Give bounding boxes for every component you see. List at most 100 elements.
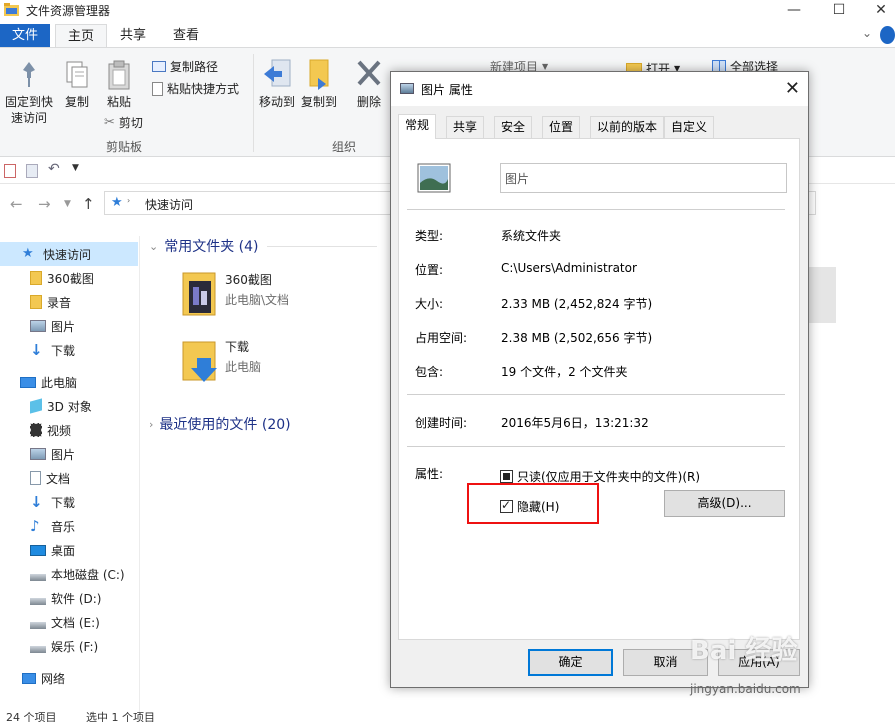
ribbon-collapse-icon[interactable]: ⌄: [862, 26, 872, 40]
copy-path-button[interactable]: 复制路径: [152, 58, 218, 75]
new-folder-icon[interactable]: [26, 164, 38, 178]
tab-location[interactable]: 位置: [542, 116, 581, 138]
contains-label: 包含:: [415, 365, 444, 379]
sidebar-item-drive-e[interactable]: 文档 (E:): [0, 610, 138, 634]
up-arrow-icon[interactable]: ↑: [82, 195, 95, 213]
frequent-folders-header[interactable]: ⌄ 常用文件夹 (4): [149, 236, 377, 256]
sidebar-item-recordings[interactable]: 录音: [0, 290, 138, 314]
sidebar-item-pictures[interactable]: 图片: [0, 314, 138, 338]
sidebar-item-music[interactable]: ♪ 音乐: [0, 514, 138, 538]
paste-shortcut-button[interactable]: 粘贴快捷方式: [152, 80, 239, 97]
sidebar-item-downloads[interactable]: ↓ 下载: [0, 338, 138, 362]
breadcrumb[interactable]: 快速访问: [145, 196, 193, 213]
desktop-icon: [30, 544, 46, 556]
paste-button[interactable]: 粘贴: [102, 60, 136, 110]
close-window-button[interactable]: ✕: [860, 0, 895, 20]
watermark: Bai 经验 jingyan.baidu.com: [690, 630, 860, 710]
ok-button[interactable]: 确定: [528, 649, 613, 676]
tab-share[interactable]: 共享: [108, 24, 158, 48]
tab-general[interactable]: 常规: [398, 114, 437, 139]
sidebar-item-label: 此电脑: [41, 375, 78, 390]
organize-group-label: 组织: [332, 140, 357, 154]
pin-to-quick-access-button[interactable]: 固定到快 速访问: [4, 60, 54, 126]
watermark-brand: Bai 经验: [690, 636, 798, 666]
sidebar-item-drive-f[interactable]: 娱乐 (F:): [0, 634, 138, 658]
pictures-folder-icon: [417, 163, 451, 193]
tab-view[interactable]: 查看: [161, 24, 211, 48]
computer-icon: [20, 376, 36, 388]
folder-tile[interactable]: 360截图 此电脑\文档: [181, 269, 289, 317]
customize-toolbar-icon[interactable]: ▼: [72, 163, 79, 173]
location-label: 位置:: [415, 263, 444, 277]
sidebar-item-3d-objects[interactable]: 3D 对象: [0, 394, 138, 418]
sidebar-item-label: 360截图: [47, 271, 94, 286]
tab-customize[interactable]: 自定义: [664, 116, 715, 138]
advanced-button[interactable]: 高级(D)...: [664, 490, 785, 517]
help-icon[interactable]: [880, 26, 895, 44]
undo-icon[interactable]: ↶: [48, 161, 60, 177]
paste-shortcut-icon: [152, 81, 163, 96]
download-folder-icon: [182, 341, 217, 382]
recent-files-header[interactable]: › 最近使用的文件 (20): [149, 414, 291, 434]
pictures-icon: [30, 448, 46, 460]
tab-security[interactable]: 安全: [494, 116, 533, 138]
sidebar-item-label: 音乐: [51, 519, 76, 534]
drive-icon: [30, 573, 46, 581]
delete-icon: [357, 60, 381, 86]
divider: [407, 394, 785, 395]
sidebar-item-pictures-pc[interactable]: 图片: [0, 442, 138, 466]
ribbon-tabs: 文件 主页 共享 查看 ⌄: [0, 24, 895, 48]
section-title: 最近使用的文件 (20): [159, 417, 291, 433]
drive-icon: [30, 621, 46, 629]
back-arrow-icon[interactable]: ←: [10, 195, 23, 213]
folder-tile[interactable]: 下载 此电脑: [181, 336, 261, 384]
copy-icon: [66, 61, 88, 88]
recent-locations-icon[interactable]: ▼: [64, 199, 71, 209]
sidebar-item-this-pc[interactable]: 此电脑: [0, 370, 138, 394]
attributes-label: 属性:: [415, 467, 444, 481]
3d-objects-icon: [30, 398, 42, 414]
sidebar-item-drive-d[interactable]: 软件 (D:): [0, 586, 138, 610]
copy-button[interactable]: 复制: [60, 60, 94, 110]
move-to-button[interactable]: 移动到: [258, 58, 296, 110]
sidebar-item-network[interactable]: 网络: [0, 666, 138, 690]
sidebar-item-videos[interactable]: 视频: [0, 418, 138, 442]
sidebar-item-label: 图片: [51, 447, 76, 462]
tab-previous-versions[interactable]: 以前的版本: [590, 116, 665, 138]
pin-label: 固定到快 速访问: [4, 95, 53, 125]
copy-to-button[interactable]: 复制到: [300, 58, 338, 110]
tab-home[interactable]: 主页: [55, 24, 108, 48]
folder-icon: [182, 272, 216, 316]
tab-file[interactable]: 文件: [0, 24, 50, 48]
maximize-button[interactable]: ☐: [818, 0, 860, 20]
minimize-button[interactable]: —: [773, 0, 815, 20]
type-label: 类型:: [415, 229, 444, 243]
pin-icon: [23, 62, 35, 87]
sidebar-item-label: 软件 (D:): [51, 591, 102, 606]
size-on-disk-value: 2.38 MB (2,502,656 字节): [501, 331, 653, 345]
watermark-url: jingyan.baidu.com: [690, 682, 801, 696]
delete-button[interactable]: 删除: [350, 58, 388, 110]
sidebar-item-label: 下载: [51, 343, 76, 358]
download-icon: ↓: [30, 493, 43, 511]
sidebar-item-desktop[interactable]: 桌面: [0, 538, 138, 562]
sidebar-item-label: 娱乐 (F:): [51, 639, 99, 654]
pictures-icon: [30, 320, 46, 332]
close-icon[interactable]: ✕: [785, 78, 800, 99]
sidebar-item-drive-c[interactable]: 本地磁盘 (C:): [0, 562, 138, 586]
dialog-title: 图片 属性: [421, 83, 473, 97]
forward-arrow-icon[interactable]: →: [38, 195, 51, 213]
document-icon: [30, 471, 41, 485]
sidebar-item-label: 文档: [46, 471, 71, 486]
cut-button[interactable]: ✂ 剪切: [104, 114, 143, 131]
location-value: C:\Users\Administrator: [501, 261, 637, 275]
star-icon: ★: [22, 246, 34, 261]
folder-name-field[interactable]: 图片: [500, 163, 787, 193]
sidebar-item-quick-access[interactable]: ★ 快速访问: [0, 242, 138, 266]
size-on-disk-label: 占用空间:: [415, 331, 468, 345]
sidebar-item-360-screenshots[interactable]: 360截图: [0, 266, 138, 290]
properties-icon[interactable]: [4, 164, 16, 178]
sidebar-item-downloads-pc[interactable]: ↓ 下载: [0, 490, 138, 514]
tab-sharing[interactable]: 共享: [446, 116, 485, 138]
sidebar-item-documents[interactable]: 文档: [0, 466, 138, 490]
